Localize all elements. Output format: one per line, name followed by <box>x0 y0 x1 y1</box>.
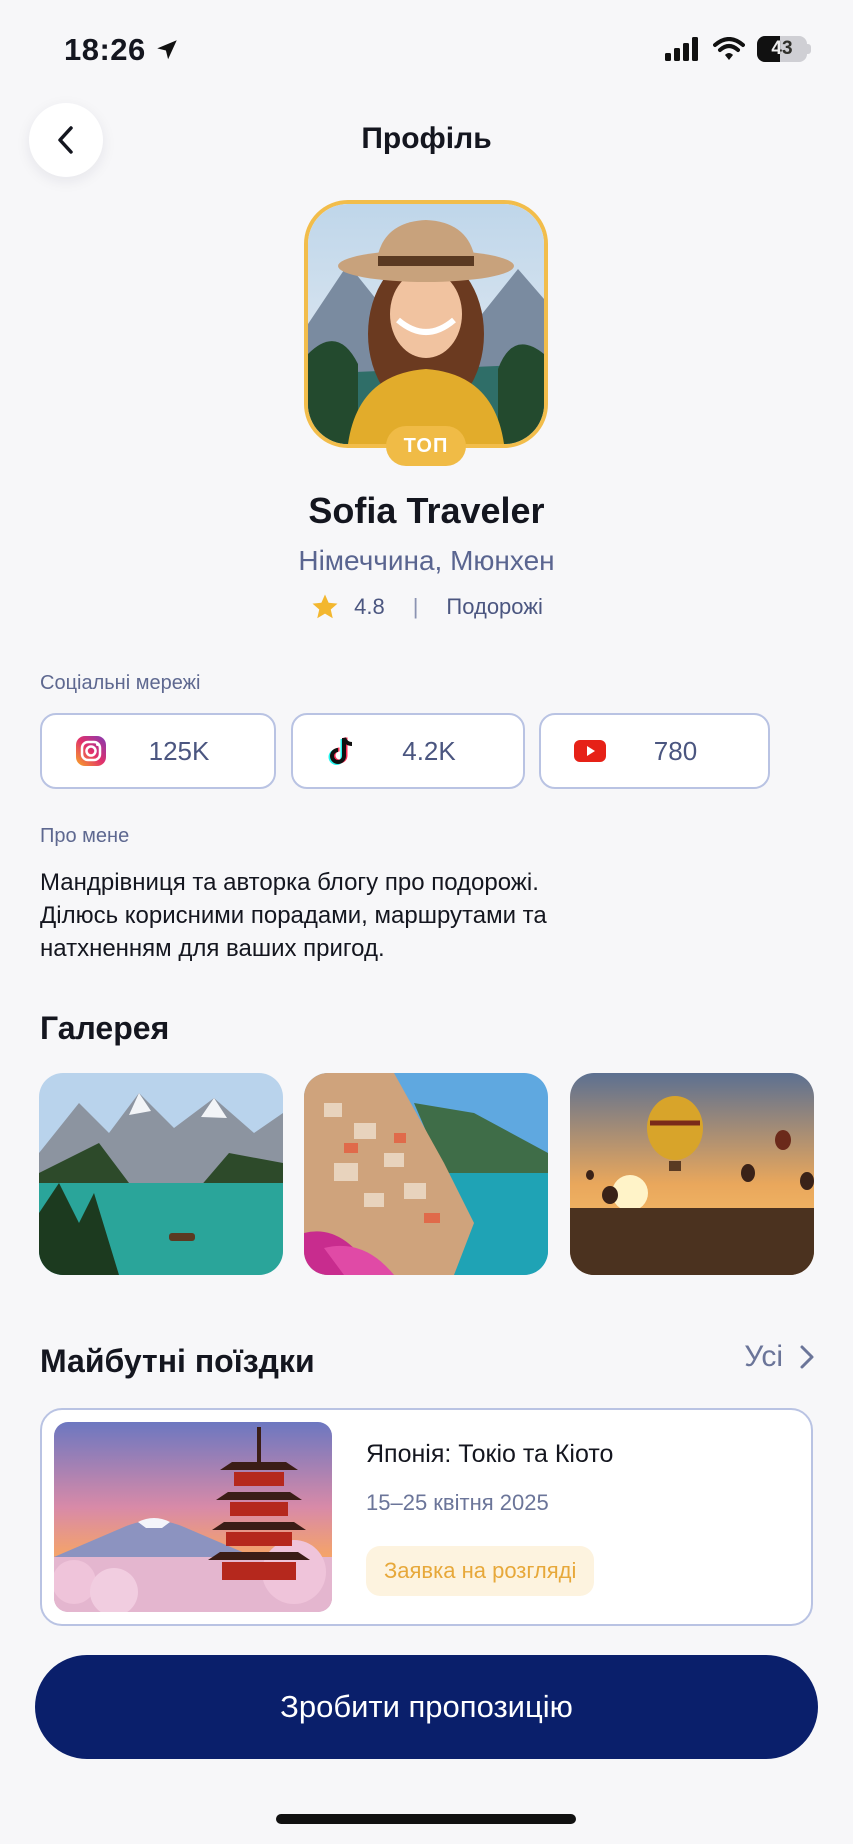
profile-name: Sofia Traveler <box>308 490 545 531</box>
tiktok-icon <box>325 734 359 768</box>
gallery-title: Галерея <box>40 1010 170 1046</box>
clock: 18:26 <box>64 32 146 67</box>
see-all-label: Усі <box>744 1340 783 1373</box>
trip-dates: 15–25 квітня 2025 <box>366 1490 549 1515</box>
status-time: 18:26 <box>64 32 180 68</box>
home-indicator[interactable] <box>276 1814 576 1824</box>
youtube-icon <box>573 734 607 768</box>
meta-separator: | <box>412 594 419 619</box>
page-title: Профіль <box>361 122 492 155</box>
trip-status-badge: Заявка на розгляді <box>366 1546 595 1596</box>
wifi-icon <box>713 37 745 60</box>
see-all-link[interactable]: Усі <box>744 1340 815 1374</box>
battery-icon: 43 <box>757 36 807 62</box>
trip-image <box>54 1422 332 1612</box>
social-label: Соціальні мережі <box>40 672 201 694</box>
about-label: Про мене <box>40 825 130 847</box>
trip-card[interactable]: Японія: Токіо та Кіото 15–25 квітня 2025… <box>40 1408 813 1626</box>
gallery-image-coast[interactable] <box>304 1073 548 1275</box>
location-arrow-icon <box>157 40 177 60</box>
trip-title: Японія: Токіо та Кіото <box>366 1440 614 1468</box>
social-card-youtube[interactable]: 780 <box>539 713 770 789</box>
social-card-tiktok[interactable]: 4.2K <box>291 713 525 789</box>
gallery-image-balloons[interactable] <box>570 1073 814 1275</box>
profile-meta: 4.8 | Подорожі <box>0 592 853 622</box>
about-text: Мандрівниця та авторка блогу про подорож… <box>40 866 640 965</box>
star-icon <box>312 594 338 619</box>
make-offer-button[interactable]: Зробити пропозицію <box>35 1655 818 1759</box>
instagram-icon <box>74 734 108 768</box>
about-line: Мандрівниця та авторка блогу про подорож… <box>40 869 539 896</box>
about-line: Ділюсь корисними порадами, маршрутами та <box>40 902 547 929</box>
chevron-right-icon <box>800 1345 814 1369</box>
battery-level: 43 <box>771 38 793 59</box>
cellular-signal-icon <box>665 37 698 61</box>
instagram-count: 125K <box>148 735 210 766</box>
trips-title: Майбутні поїздки <box>40 1343 315 1379</box>
gallery-image-lake[interactable] <box>39 1073 283 1275</box>
social-card-instagram[interactable]: 125K <box>40 713 276 789</box>
rating-value: 4.8 <box>354 594 385 619</box>
status-indicators: 43 <box>665 36 811 62</box>
about-line: натхненням для ваших пригод. <box>40 935 385 962</box>
top-badge: ТОП <box>386 426 466 466</box>
youtube-count: 780 <box>653 735 698 766</box>
avatar <box>304 200 548 448</box>
profile-category: Подорожі <box>446 594 543 619</box>
tiktok-count: 4.2K <box>402 735 456 766</box>
profile-location: Німеччина, Мюнхен <box>298 545 555 576</box>
